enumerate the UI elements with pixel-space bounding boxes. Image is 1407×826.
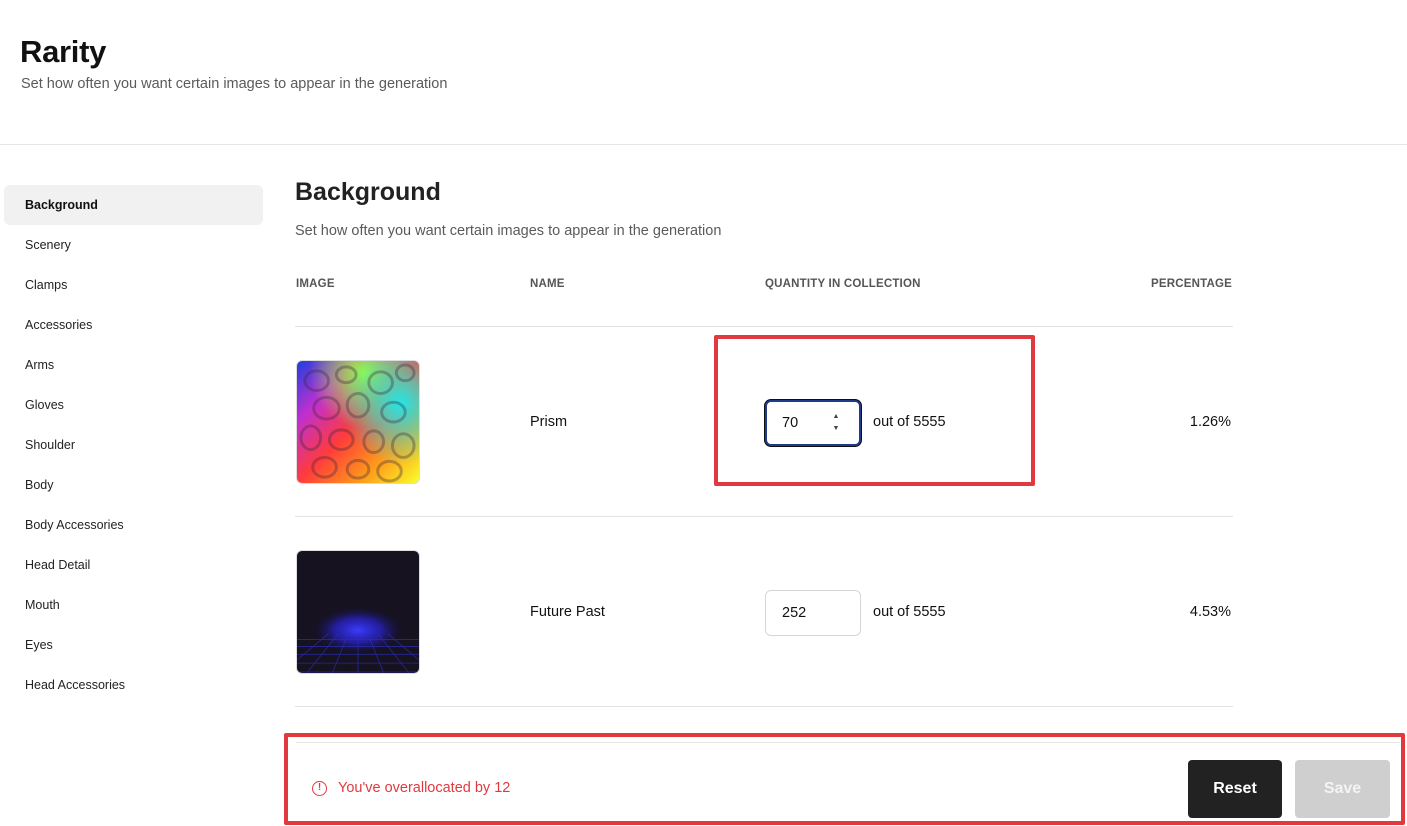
quantity-input[interactable] <box>765 590 861 636</box>
quantity-total: out of 5555 <box>873 414 946 430</box>
sidebar-item-head-accessories[interactable]: Head Accessories <box>4 665 263 705</box>
row-name: Future Past <box>530 604 605 620</box>
section-title: Background <box>295 178 441 206</box>
column-header-name: NAME <box>530 278 565 290</box>
sidebar-item-body[interactable]: Body <box>4 465 263 505</box>
page-subtitle: Set how often you want certain images to… <box>21 76 448 92</box>
percentage-value: 1.26% <box>1189 414 1231 430</box>
sidebar-item-scenery[interactable]: Scenery <box>4 225 263 265</box>
sidebar-item-mouth[interactable]: Mouth <box>4 585 263 625</box>
table-row: Future Past out of 5555 4.53% <box>295 517 1233 707</box>
page-title: Rarity <box>20 34 107 69</box>
quantity-stepper[interactable]: ▲ ▼ <box>831 413 841 433</box>
reset-button[interactable]: Reset <box>1188 760 1282 818</box>
column-header-percentage: PERCENTAGE <box>1150 278 1232 290</box>
quantity-total: out of 5555 <box>873 604 946 620</box>
sidebar-item-body-accessories[interactable]: Body Accessories <box>4 505 263 545</box>
column-header-quantity: QUANTITY IN COLLECTION <box>765 278 921 290</box>
sidebar-item-shoulder[interactable]: Shoulder <box>4 425 263 465</box>
sidebar-item-clamps[interactable]: Clamps <box>4 265 263 305</box>
table-row: Prism ▲ ▼ out of 5555 1.26% <box>295 327 1233 517</box>
prism-thumbnail <box>296 360 420 484</box>
sidebar-item-gloves[interactable]: Gloves <box>4 385 263 425</box>
table-header: IMAGE NAME QUANTITY IN COLLECTION PERCEN… <box>295 278 1232 298</box>
alert-circle-icon: ! <box>312 780 327 796</box>
sidebar-item-eyes[interactable]: Eyes <box>4 625 263 665</box>
column-header-image: IMAGE <box>296 278 335 290</box>
page-header: Rarity Set how often you want certain im… <box>0 0 1407 145</box>
sidebar-item-arms[interactable]: Arms <box>4 345 263 385</box>
footer-action-bar: ! You've overallocated by 12 Reset Save <box>296 742 1400 822</box>
future-past-thumbnail <box>296 550 420 674</box>
percentage-value: 4.53% <box>1189 604 1231 620</box>
row-divider <box>295 706 1233 707</box>
sidebar-item-background[interactable]: Background <box>4 185 263 225</box>
alert-text: You've overallocated by 12 <box>338 780 511 796</box>
category-sidebar: Background Scenery Clamps Accessories Ar… <box>4 185 263 705</box>
save-button[interactable]: Save <box>1295 760 1390 818</box>
sidebar-item-head-detail[interactable]: Head Detail <box>4 545 263 585</box>
overallocation-alert: ! You've overallocated by 12 <box>312 780 510 796</box>
sidebar-item-accessories[interactable]: Accessories <box>4 305 263 345</box>
section-subtitle: Set how often you want certain images to… <box>295 223 722 239</box>
quantity-input[interactable] <box>765 400 861 446</box>
chevron-up-icon[interactable]: ▲ <box>833 413 840 421</box>
row-name: Prism <box>530 414 568 430</box>
chevron-down-icon[interactable]: ▼ <box>833 425 840 433</box>
